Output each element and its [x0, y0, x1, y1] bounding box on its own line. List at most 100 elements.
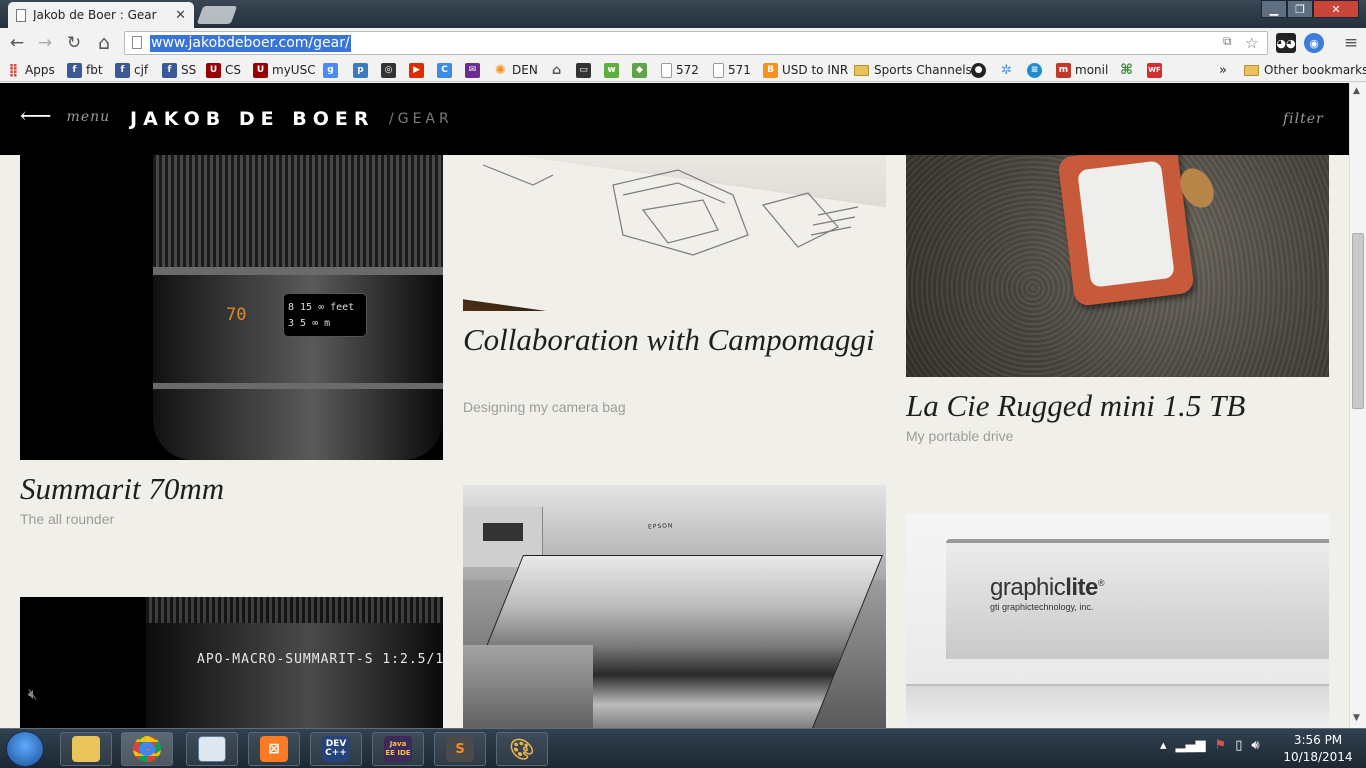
- bookmark-label: DEN: [512, 63, 538, 77]
- page-scrollbar[interactable]: ▲ ▼: [1349, 83, 1366, 728]
- minimize-button[interactable]: ▁: [1261, 0, 1287, 18]
- home-icon[interactable]: ⌂: [93, 32, 115, 54]
- page-icon: [661, 62, 672, 78]
- bookmark-apps[interactable]: ⣿ Apps: [6, 62, 54, 78]
- taskbar-app-chrome[interactable]: [121, 732, 173, 766]
- taskbar-app-paint[interactable]: 🎨︎: [496, 732, 548, 766]
- bookmark-star-icon[interactable]: ☆: [1245, 34, 1258, 52]
- bookmarks-overflow-button[interactable]: »: [1219, 62, 1227, 78]
- bookmark-label: 571: [728, 63, 751, 77]
- bookmark-label: CS: [225, 63, 241, 77]
- action-center-flag-icon[interactable]: ⚑: [1215, 738, 1227, 753]
- address-bar[interactable]: www.jakobdeboer.com/gear/ ⧉ ☆: [124, 31, 1268, 55]
- lacie-rugged-image[interactable]: [906, 155, 1329, 377]
- scrollbar-thumb[interactable]: [1352, 233, 1364, 409]
- sublime-icon: S: [446, 736, 474, 762]
- mute-speaker-icon[interactable]: 🔇︎: [28, 685, 37, 703]
- back-arrow-icon[interactable]: ←: [6, 32, 28, 54]
- bookmark-571[interactable]: 571: [713, 62, 751, 78]
- m-icon: m: [1056, 62, 1071, 78]
- bookmark-cjf[interactable]: f cjf: [115, 62, 148, 78]
- bookmark-bug[interactable]: ✲: [999, 62, 1018, 78]
- chrome-menu-icon[interactable]: ≡: [1340, 32, 1362, 54]
- menu-link[interactable]: ⟵ menu: [20, 106, 110, 128]
- taskbar-clock[interactable]: 3:56 PM 10/18/2014: [1280, 732, 1356, 766]
- bookmark-c[interactable]: C: [437, 62, 456, 78]
- bookmark-mail[interactable]: ✉: [465, 62, 484, 78]
- taskbar-app-notepad[interactable]: [186, 732, 238, 766]
- bookmark-google[interactable]: g: [323, 62, 342, 78]
- bookmark-ss[interactable]: f SS: [162, 62, 196, 78]
- campomaggi-sketch-image[interactable]: [463, 155, 886, 311]
- tray-expand-icon[interactable]: ▴: [1160, 738, 1167, 753]
- bookmark-sports-channels[interactable]: Sports Channels: [854, 62, 972, 78]
- bookmark-fbt[interactable]: f fbt: [67, 62, 103, 78]
- taskbar-app-explorer[interactable]: [60, 732, 112, 766]
- bookmark-label: Sports Channels: [874, 63, 972, 77]
- taskbar-app-javaee[interactable]: Java EE IDE: [372, 732, 424, 766]
- bookmark-bank[interactable]: ⌂: [549, 62, 568, 78]
- extension-icon[interactable]: ◉: [1304, 33, 1324, 53]
- reload-icon[interactable]: ↻: [63, 32, 85, 54]
- new-tab-button[interactable]: [196, 6, 238, 24]
- bookmark-cs[interactable]: U CS: [206, 62, 241, 78]
- bookmark-camera[interactable]: ◎: [381, 62, 400, 78]
- bookmark-tv[interactable]: ▭: [576, 62, 595, 78]
- bookmark-monil[interactable]: m monil: [1056, 62, 1108, 78]
- bookmark-maps[interactable]: ◆: [632, 62, 651, 78]
- forward-arrow-icon[interactable]: →: [34, 32, 56, 54]
- other-bookmarks[interactable]: Other bookmarks: [1244, 62, 1366, 78]
- browser-toolbar: ← → ↻ ⌂ www.jakobdeboer.com/gear/ ⧉ ☆ ≡: [0, 28, 1366, 58]
- mail-icon: ✉: [465, 62, 480, 78]
- close-window-button[interactable]: ✕: [1313, 0, 1359, 18]
- url-text[interactable]: www.jakobdeboer.com/gear/: [150, 35, 351, 52]
- taskbar-app-xampp[interactable]: ⊠: [248, 732, 300, 766]
- clover-icon: ⌘: [1120, 62, 1133, 78]
- epson-printer-image[interactable]: EPSON: [463, 485, 886, 728]
- apo-macro-summarit-image[interactable]: APO-MACRO-SUMMARIT-S 1:2.5/1 🔇︎: [20, 597, 443, 728]
- network-signal-icon[interactable]: ▂▄▆: [1176, 738, 1206, 753]
- maximize-button[interactable]: ❐: [1287, 0, 1313, 18]
- incognito-ext-icon[interactable]: ◕◕: [1276, 33, 1296, 53]
- scroll-up-icon[interactable]: ▲: [1353, 86, 1360, 96]
- lens-ridge: [153, 383, 443, 389]
- bookmark-youtube[interactable]: ▶: [409, 62, 428, 78]
- site-title[interactable]: JAKOB DE BOER: [130, 108, 375, 130]
- graphiclite-brand-bold: lite: [1065, 574, 1098, 601]
- bookmark-w3[interactable]: w: [604, 62, 623, 78]
- graphiclite-image[interactable]: graphiclite® gti graphictechnology, inc.: [906, 514, 1329, 728]
- bookmark-usd-inr[interactable]: B USD to INR: [763, 62, 848, 78]
- gear-title[interactable]: La Cie Rugged mini 1.5 TB: [906, 387, 1245, 424]
- page-action-icon[interactable]: ⧉: [1223, 34, 1232, 49]
- bookmark-clover[interactable]: ⌘: [1119, 62, 1138, 78]
- volume-icon[interactable]: 🔊︎: [1251, 738, 1259, 753]
- power-icon[interactable]: ▯: [1235, 738, 1242, 753]
- taskbar-app-devcpp[interactable]: DEV C++: [310, 732, 362, 766]
- bookmark-myusc[interactable]: UmyUSC: [253, 62, 316, 78]
- facebook-icon: f: [162, 62, 177, 78]
- filter-link[interactable]: filter: [1283, 111, 1324, 127]
- taskbar-app-sublime[interactable]: S: [434, 732, 486, 766]
- bookmark-572[interactable]: 572: [661, 62, 699, 78]
- gear-title[interactable]: Collaboration with Campomaggi: [463, 321, 875, 358]
- windows-taskbar: ⊠ DEV C++ Java EE IDE S 🎨︎ ▴ ▂▄▆ ⚑ ▯ 🔊︎ …: [0, 728, 1366, 768]
- browser-tab[interactable]: Jakob de Boer : Gear ✕: [8, 2, 194, 28]
- tab-title: Jakob de Boer : Gear: [33, 8, 157, 22]
- wf-icon: WF: [1147, 62, 1162, 78]
- start-button[interactable]: [6, 731, 44, 767]
- focal-length-marking: 70: [226, 305, 247, 325]
- lens-name-marking: APO-MACRO-SUMMARIT-S 1:2.5/1: [197, 652, 443, 667]
- bookmark-p[interactable]: p: [353, 62, 372, 78]
- bookmark-den[interactable]: ✺ DEN: [493, 62, 538, 78]
- gear-title[interactable]: Summarit 70mm: [20, 470, 224, 507]
- bookmark-label: cjf: [134, 63, 149, 77]
- tab-close-icon[interactable]: ✕: [175, 8, 186, 23]
- summarit-70mm-image[interactable]: 70 8 15 ∞ feet 3 5 ∞ m: [20, 155, 443, 460]
- bookmark-label: 572: [676, 63, 699, 77]
- bookmark-att[interactable]: ≡: [1027, 62, 1046, 78]
- c-icon: C: [437, 62, 452, 78]
- scroll-down-icon[interactable]: ▼: [1353, 713, 1360, 723]
- graphiclite-subbrand: gti graphictechnology, inc.: [990, 602, 1094, 612]
- bookmark-wf[interactable]: WF: [1147, 62, 1166, 78]
- bookmark-github[interactable]: ●: [971, 62, 990, 78]
